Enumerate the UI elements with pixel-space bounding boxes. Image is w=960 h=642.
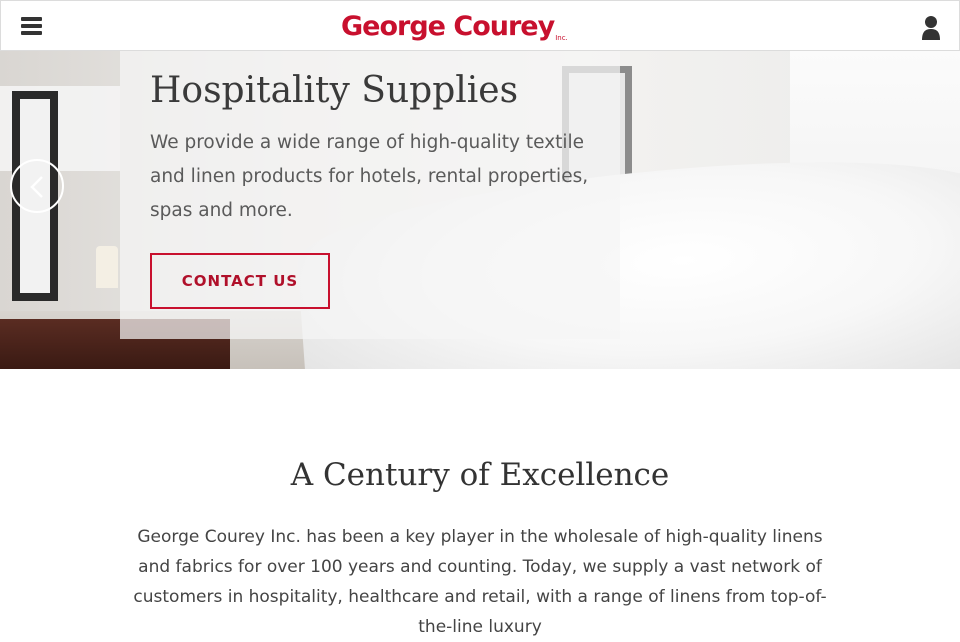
chevron-left-icon: [30, 176, 43, 198]
hero-title: Hospitality Supplies: [150, 70, 519, 111]
logo-text: George Courey: [341, 11, 555, 42]
hero-description: We provide a wide range of high-quality …: [150, 132, 589, 221]
intro-title: A Century of Excellence: [290, 457, 670, 493]
user-account-icon[interactable]: [920, 15, 942, 41]
brand-logo[interactable]: George Courey Inc.: [341, 9, 568, 43]
carousel-prev-button[interactable]: [10, 159, 64, 213]
logo-suffix: Inc.: [555, 34, 568, 42]
hamburger-menu-icon[interactable]: [19, 17, 45, 39]
site-header: George Courey Inc.: [0, 0, 960, 51]
intro-body: George Courey Inc. has been a key player…: [133, 527, 827, 637]
hero-banner: Hospitality Supplies We provide a wide r…: [0, 51, 960, 369]
contact-us-button[interactable]: CONTACT US: [150, 253, 330, 309]
hero-text-panel: Hospitality Supplies We provide a wide r…: [120, 51, 620, 339]
intro-section: A Century of Excellence George Courey In…: [0, 369, 960, 637]
hero-background-candle: [96, 246, 118, 288]
